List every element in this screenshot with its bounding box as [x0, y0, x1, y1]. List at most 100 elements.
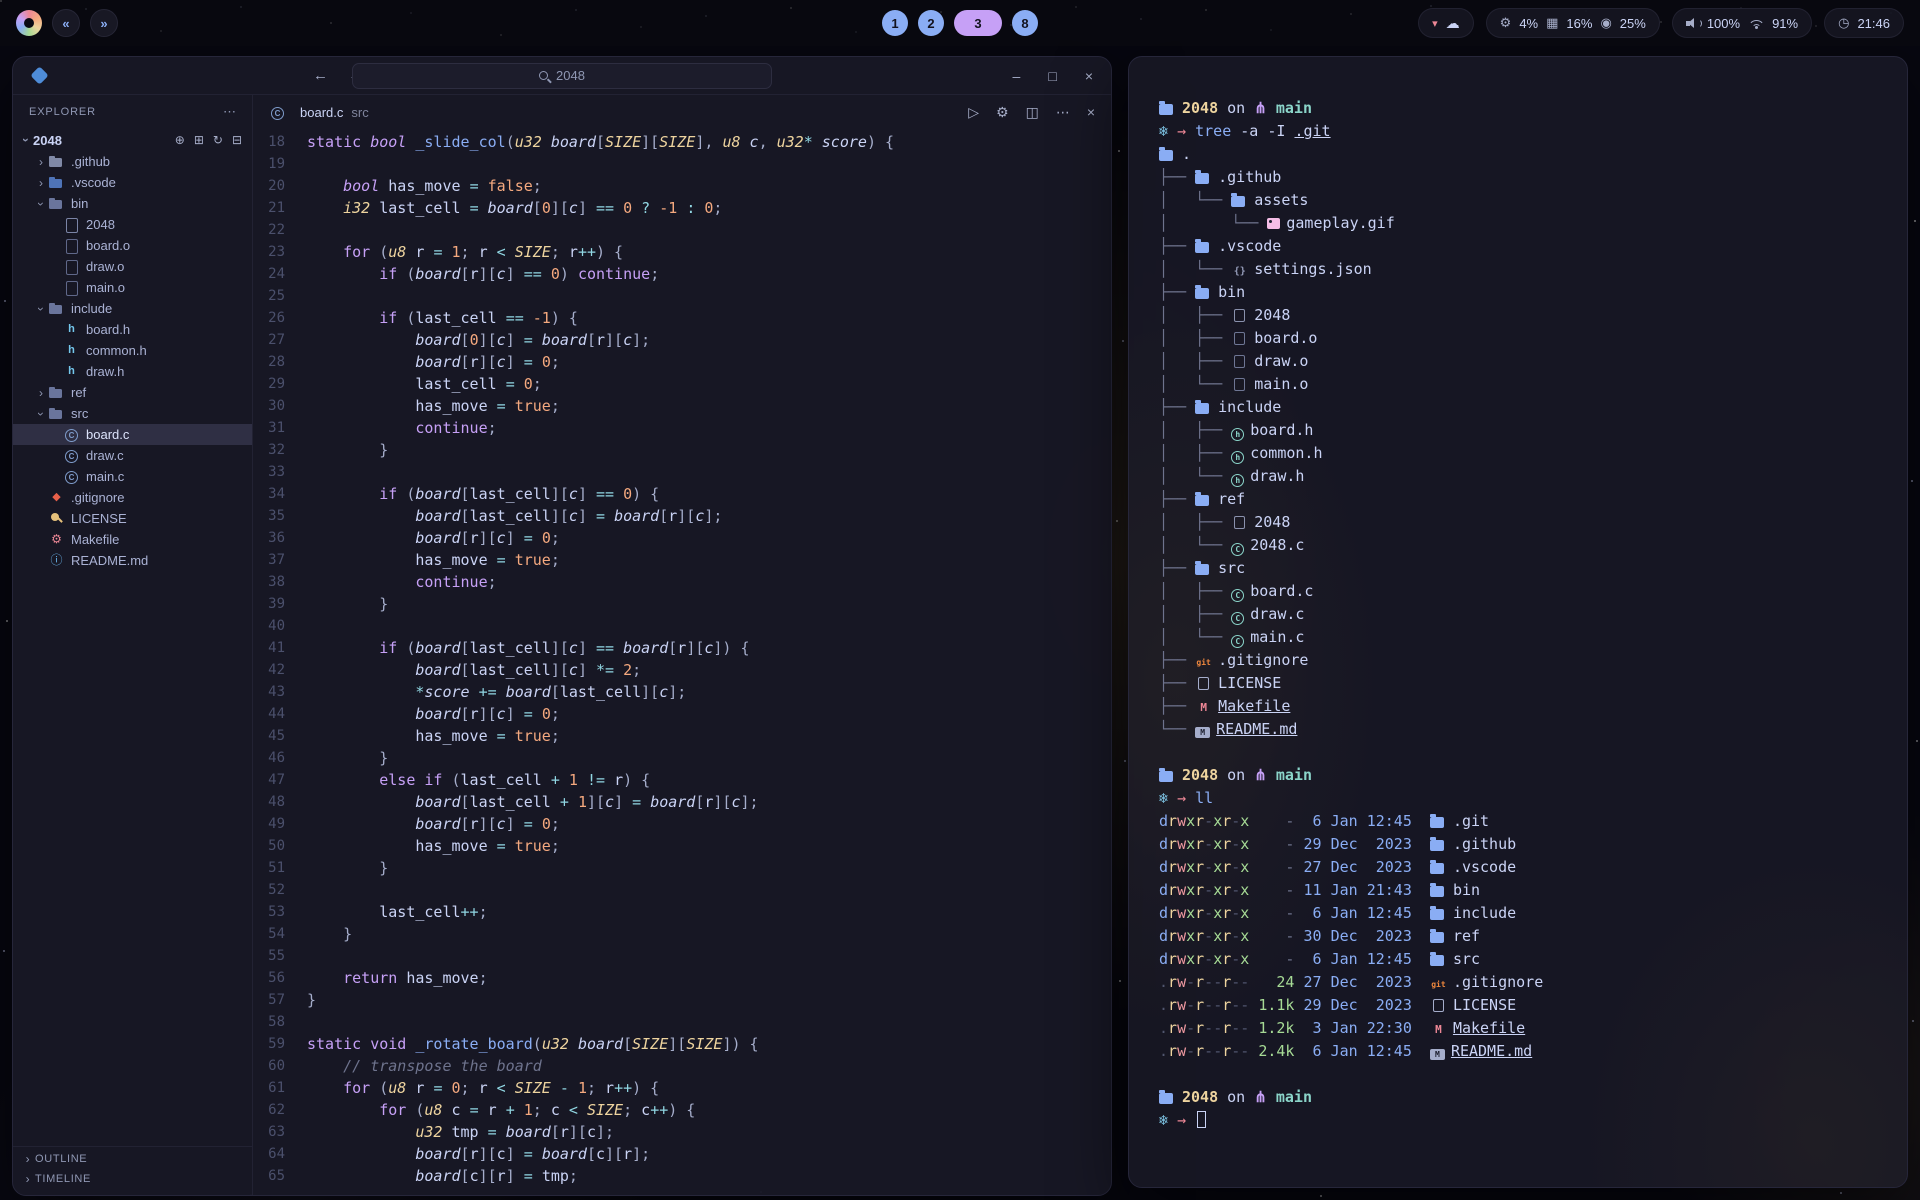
weather-widget[interactable]: ▾ ☁	[1418, 8, 1474, 38]
new-folder-icon[interactable]: ⊞	[194, 133, 204, 147]
editor-titlebar[interactable]: ← → 2048 – □ ×	[13, 57, 1111, 95]
code-line[interactable]: 37 has_move = true;	[253, 549, 1111, 571]
explorer-root-folder[interactable]: › 2048 ⊕⊞↻⊟	[13, 129, 252, 151]
code-line[interactable]: 54 }	[253, 923, 1111, 945]
system-stats-widget[interactable]: ⚙ 4% ▦ 16% ◉ 25%	[1486, 8, 1660, 38]
code-line[interactable]: 41 if (board[last_cell][c] == board[r][c…	[253, 637, 1111, 659]
breadcrumb[interactable]: board.c src ▷⚙◫⋯×	[253, 95, 1111, 129]
code-line[interactable]: 49 board[r][c] = 0;	[253, 813, 1111, 835]
code-line[interactable]: 50 has_move = true;	[253, 835, 1111, 857]
terminal-window[interactable]: 2048 on ⋔ main❄ → tree -a -I .git.├── .g…	[1128, 56, 1908, 1188]
code-line[interactable]: 29 last_cell = 0;	[253, 373, 1111, 395]
code-line[interactable]: 42 board[last_cell][c] *= 2;	[253, 659, 1111, 681]
code-line[interactable]: 62 for (u8 c = r + 1; c < SIZE; c++) {	[253, 1099, 1111, 1121]
explorer-item-main.c[interactable]: main.c	[13, 466, 252, 487]
explorer-item-LICENSE[interactable]: LICENSE	[13, 508, 252, 529]
code-line[interactable]: 18static bool _slide_col(u32 board[SIZE]…	[253, 131, 1111, 153]
code-line[interactable]: 35 board[last_cell][c] = board[r][c];	[253, 505, 1111, 527]
collapse-icon[interactable]: ⊟	[232, 133, 242, 147]
explorer-item-2048[interactable]: 2048	[13, 214, 252, 235]
code-line[interactable]: 63 u32 tmp = board[r][c];	[253, 1121, 1111, 1143]
workspace-1[interactable]: 1	[882, 10, 908, 36]
code-line[interactable]: 40	[253, 615, 1111, 637]
explorer-item-src[interactable]: ›src	[13, 403, 252, 424]
split-button[interactable]: ◫	[1026, 104, 1039, 121]
workspace-8[interactable]: 8	[1012, 10, 1038, 36]
more-button[interactable]: ⋯	[1056, 104, 1070, 121]
explorer-item-draw.o[interactable]: draw.o	[13, 256, 252, 277]
code-line[interactable]: 25	[253, 285, 1111, 307]
minimize-button[interactable]: –	[1013, 68, 1021, 84]
code-line[interactable]: 34 if (board[last_cell][c] == 0) {	[253, 483, 1111, 505]
code-line[interactable]: 55	[253, 945, 1111, 967]
workspace-3[interactable]: 3	[954, 10, 1002, 36]
code-line[interactable]: 58	[253, 1011, 1111, 1033]
audio-network-widget[interactable]: 100% 91%	[1672, 8, 1812, 38]
code-line[interactable]: 48 board[last_cell + 1][c] = board[r][c]…	[253, 791, 1111, 813]
code-line[interactable]: 46 }	[253, 747, 1111, 769]
code-line[interactable]: 60 // transpose the board	[253, 1055, 1111, 1077]
code-line[interactable]: 44 board[r][c] = 0;	[253, 703, 1111, 725]
close-button[interactable]: ×	[1085, 68, 1093, 84]
code-line[interactable]: 52	[253, 879, 1111, 901]
explorer-item-board.c[interactable]: board.c	[13, 424, 252, 445]
nav-back-button[interactable]: ←	[313, 67, 328, 84]
explorer-item-Makefile[interactable]: Makefile	[13, 529, 252, 550]
code-line[interactable]: 23 for (u8 r = 1; r < SIZE; r++) {	[253, 241, 1111, 263]
media-prev-button[interactable]: «	[52, 9, 80, 37]
code-line[interactable]: 43 *score += board[last_cell][c];	[253, 681, 1111, 703]
code-line[interactable]: 21 i32 last_cell = board[0][c] == 0 ? -1…	[253, 197, 1111, 219]
code-line[interactable]: 24 if (board[r][c] == 0) continue;	[253, 263, 1111, 285]
explorer-item-board.h[interactable]: board.h	[13, 319, 252, 340]
explorer-item-README.md[interactable]: README.md	[13, 550, 252, 571]
explorer-item-include[interactable]: ›include	[13, 298, 252, 319]
settings-button[interactable]: ⚙	[996, 104, 1009, 121]
code-line[interactable]: 59static void _rotate_board(u32 board[SI…	[253, 1033, 1111, 1055]
code-line[interactable]: 65 board[c][r] = tmp;	[253, 1165, 1111, 1187]
code-editor[interactable]: 18static bool _slide_col(u32 board[SIZE]…	[253, 129, 1111, 1195]
refresh-icon[interactable]: ↻	[213, 133, 223, 147]
code-line[interactable]: 31 continue;	[253, 417, 1111, 439]
explorer-item-bin[interactable]: ›bin	[13, 193, 252, 214]
code-line[interactable]: 61 for (u8 r = 0; r < SIZE - 1; r++) {	[253, 1077, 1111, 1099]
explorer-item-common.h[interactable]: common.h	[13, 340, 252, 361]
code-line[interactable]: 33	[253, 461, 1111, 483]
explorer-item-ref[interactable]: ›ref	[13, 382, 252, 403]
panel-timeline[interactable]: ›TIMELINE	[13, 1169, 252, 1189]
explorer-item-.vscode[interactable]: ›.vscode	[13, 172, 252, 193]
explorer-more-button[interactable]: ⋯	[223, 104, 236, 120]
maximize-button[interactable]: □	[1048, 68, 1056, 84]
explorer-item-.github[interactable]: ›.github	[13, 151, 252, 172]
explorer-item-.gitignore[interactable]: .gitignore	[13, 487, 252, 508]
code-line[interactable]: 45 has_move = true;	[253, 725, 1111, 747]
code-line[interactable]: 39 }	[253, 593, 1111, 615]
code-line[interactable]: 32 }	[253, 439, 1111, 461]
clock-widget[interactable]: ◷ 21:46	[1824, 8, 1904, 38]
command-center-search[interactable]: 2048	[352, 63, 772, 89]
code-line[interactable]: 27 board[0][c] = board[r][c];	[253, 329, 1111, 351]
code-line[interactable]: 51 }	[253, 857, 1111, 879]
explorer-item-draw.c[interactable]: draw.c	[13, 445, 252, 466]
explorer-item-board.o[interactable]: board.o	[13, 235, 252, 256]
code-line[interactable]: 57}	[253, 989, 1111, 1011]
code-line[interactable]: 26 if (last_cell == -1) {	[253, 307, 1111, 329]
run-button[interactable]: ▷	[968, 104, 979, 121]
code-line[interactable]: 36 board[r][c] = 0;	[253, 527, 1111, 549]
explorer-item-main.o[interactable]: main.o	[13, 277, 252, 298]
system-logo-icon[interactable]	[16, 10, 42, 36]
code-line[interactable]: 19	[253, 153, 1111, 175]
code-line[interactable]: 38 continue;	[253, 571, 1111, 593]
code-line[interactable]: 56 return has_move;	[253, 967, 1111, 989]
code-line[interactable]: 30 has_move = true;	[253, 395, 1111, 417]
code-line[interactable]: 64 board[r][c] = board[c][r];	[253, 1143, 1111, 1165]
code-line[interactable]: 20 bool has_move = false;	[253, 175, 1111, 197]
code-line[interactable]: 28 board[r][c] = 0;	[253, 351, 1111, 373]
media-next-button[interactable]: »	[90, 9, 118, 37]
close-button[interactable]: ×	[1087, 104, 1095, 121]
workspace-2[interactable]: 2	[918, 10, 944, 36]
explorer-item-draw.h[interactable]: draw.h	[13, 361, 252, 382]
panel-outline[interactable]: ›OUTLINE	[13, 1149, 252, 1169]
new-file-icon[interactable]: ⊕	[175, 133, 185, 147]
code-line[interactable]: 53 last_cell++;	[253, 901, 1111, 923]
code-line[interactable]: 47 else if (last_cell + 1 != r) {	[253, 769, 1111, 791]
